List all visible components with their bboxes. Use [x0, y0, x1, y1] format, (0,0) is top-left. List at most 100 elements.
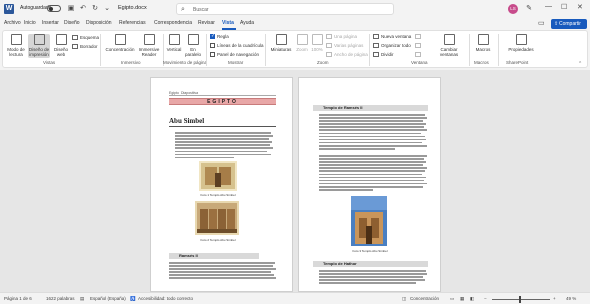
zoom-in-icon[interactable]: + [553, 296, 556, 301]
zoom-button[interactable]: Zoom [295, 34, 309, 52]
draft-button[interactable]: Borrador [72, 44, 98, 49]
document-page-2[interactable]: Templo de Ramsés II Foto 3 Templo Abu Si… [298, 77, 441, 292]
autosave-toggle[interactable] [47, 5, 61, 12]
switch-windows-button[interactable]: Cambiar ventanas [435, 34, 463, 57]
close-icon[interactable]: ✕ [577, 3, 583, 11]
split-label: Dividir [381, 52, 394, 57]
zoom-level[interactable]: 49 % [566, 296, 576, 301]
group-label-mostrar: Mostrar [228, 60, 244, 65]
document-page-1[interactable]: Egipto Diapositiva EGIPTO Abu Simbel Fot… [150, 77, 293, 292]
new-window-icon [373, 34, 379, 39]
tab-archivo[interactable]: Archivo [4, 20, 21, 26]
comments-icon[interactable]: ▭ [538, 19, 545, 27]
copilot-icon[interactable]: ✎ [524, 4, 534, 14]
paragraph-templo-ramses-2 [319, 155, 427, 192]
new-window-button[interactable]: Nueva ventana [373, 34, 411, 39]
side-by-side-icon [187, 34, 199, 45]
tab-disposicion[interactable]: Disposición [86, 20, 112, 26]
properties-button[interactable]: Propiedades [506, 34, 536, 52]
accessibility-status[interactable]: Accesibilidad: todo correcto [138, 296, 193, 301]
page-width-button[interactable]: Ancho de página [326, 52, 368, 57]
section-ramses-ii: Ramsés II [169, 253, 259, 259]
immersive-reader-button[interactable]: Immersive Reader [138, 34, 160, 57]
share-button[interactable]: ⇪ Compartir [551, 19, 587, 29]
group-label-movimiento: Movimiento de página [162, 60, 208, 65]
document-name[interactable]: Egipto.docx [118, 5, 147, 11]
reset-window-position-icon[interactable] [415, 52, 423, 57]
tab-diseno[interactable]: Diseño [64, 20, 80, 26]
zoom-slider[interactable] [492, 299, 550, 300]
ribbon-separator [498, 34, 499, 66]
group-label-ventana: Ventana [411, 60, 428, 65]
group-label-zoom: Zoom [317, 60, 329, 65]
multiple-pages-button[interactable]: Varias páginas [326, 43, 363, 48]
save-icon[interactable]: ▣ [66, 4, 76, 14]
heading-abu-simbel: Abu Simbel [169, 117, 205, 125]
page-width-label: Ancho de página [334, 52, 368, 57]
paragraph-templo-ramses-1 [319, 114, 427, 151]
tab-ayuda[interactable]: Ayuda [240, 20, 254, 26]
section-templo-hathor: Templo de Hathor [313, 261, 428, 267]
split-button[interactable]: Dividir [373, 52, 394, 57]
web-layout-icon [55, 34, 67, 45]
zoom-icon [296, 34, 308, 45]
focus-icon [114, 34, 126, 45]
zoom-slider-thumb[interactable] [519, 296, 521, 303]
ruler-checkbox[interactable]: Regla [210, 33, 229, 39]
redo-icon[interactable]: ↻ [90, 4, 100, 14]
avatar[interactable]: LS [508, 4, 518, 14]
language[interactable]: Español (España) [90, 296, 126, 301]
macros-button[interactable]: Macros [473, 34, 493, 52]
tab-correspondencia[interactable]: Correspondencia [154, 20, 192, 26]
section-templo-ramses: Templo de Ramsés II [313, 105, 428, 111]
draft-icon [72, 44, 78, 49]
tab-vista[interactable]: Vista [222, 20, 234, 26]
web-layout-status-icon[interactable]: ◧ [470, 296, 474, 302]
customize-toolbar-icon[interactable]: ⌄ [102, 4, 112, 14]
zoom-out-icon[interactable]: − [484, 296, 487, 301]
tab-referencias[interactable]: Referencias [119, 20, 146, 26]
egipto-banner: EGIPTO [169, 98, 276, 105]
navigation-pane-checkbox[interactable]: Panel de navegación [210, 52, 259, 57]
vertical-label: Vertical [166, 47, 182, 52]
document-area[interactable]: Egipto Diapositiva EGIPTO Abu Simbel Fot… [0, 70, 590, 292]
one-page-button[interactable]: Una página [326, 34, 357, 39]
vertical-button[interactable]: Vertical [166, 34, 182, 52]
focus-button[interactable]: Concentración [104, 34, 136, 52]
focus-mode-icon[interactable]: ◫ [402, 296, 406, 302]
search-box[interactable]: ⌕ Buscar [176, 3, 394, 15]
gridlines-checkbox[interactable]: Líneas de la cuadrícula [210, 43, 264, 48]
print-layout-button[interactable]: Diseño de impresión [28, 34, 50, 58]
collapse-ribbon-icon[interactable]: ⌃ [578, 61, 582, 67]
sync-scrolling-icon[interactable] [415, 43, 423, 48]
proofing-icon[interactable]: ▤ [80, 296, 84, 302]
web-layout-label: Diseño web [53, 47, 68, 57]
zoom-100-button[interactable]: 100% [310, 34, 324, 52]
page-count[interactable]: Página 1 de 6 [4, 296, 32, 301]
maximize-icon[interactable]: ☐ [561, 3, 567, 11]
view-side-by-side-icon[interactable] [415, 34, 423, 39]
outline-button[interactable]: Esquema [72, 35, 99, 40]
reading-mode-button[interactable]: Modo de lectura [5, 34, 27, 57]
gridlines-check-icon [210, 43, 215, 48]
tab-insertar[interactable]: Insertar [42, 20, 59, 26]
macros-icon [477, 34, 489, 45]
accessibility-icon[interactable]: ♿ [130, 296, 136, 302]
properties-icon [515, 34, 527, 45]
outline-label: Esquema [80, 35, 100, 40]
tab-revisar[interactable]: Revisar [198, 20, 215, 26]
undo-icon[interactable]: ↶ [78, 4, 88, 14]
paragraph-intro [175, 132, 273, 160]
minimize-icon[interactable]: — [545, 3, 552, 10]
focus-mode[interactable]: Concentración [410, 296, 439, 301]
web-layout-button[interactable]: Diseño web [52, 34, 70, 57]
side-by-side-button[interactable]: En paralelo [184, 34, 202, 57]
print-layout-status-icon[interactable]: ▦ [460, 296, 464, 302]
thumbnails-button[interactable]: Miniaturas [268, 34, 294, 52]
tab-inicio[interactable]: Inicio [24, 20, 36, 26]
status-bar: Página 1 de 6 1622 palabras ▤ Español (E… [0, 292, 590, 304]
navigation-pane-label: Panel de navegación [217, 52, 260, 57]
arrange-all-button[interactable]: Organizar todo [373, 43, 411, 48]
word-count[interactable]: 1622 palabras [46, 296, 75, 301]
read-mode-icon[interactable]: ▭ [450, 296, 454, 302]
